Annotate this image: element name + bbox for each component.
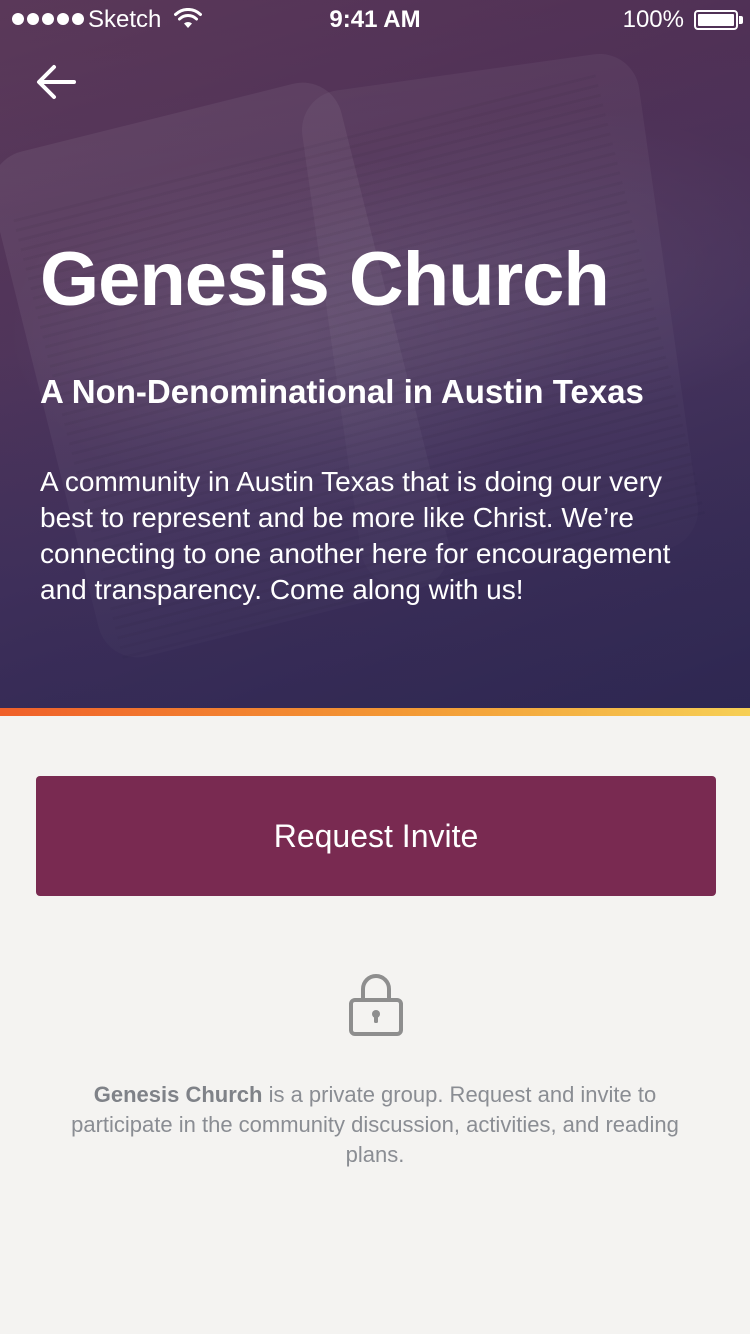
group-description: A community in Austin Texas that is doin… [40, 466, 671, 605]
battery-icon [694, 10, 738, 30]
back-button[interactable] [30, 56, 82, 108]
page-subtitle: A Non-Denominational in Austin Texas [40, 373, 644, 410]
arrow-left-icon [37, 65, 76, 99]
accent-gradient-bar [0, 708, 750, 716]
group-name: Genesis Church [93, 1082, 263, 1107]
private-group-note: Genesis Church is a private group. Reque… [70, 1080, 680, 1170]
request-invite-button[interactable]: Request Invite [36, 776, 716, 896]
battery-nub [739, 16, 743, 24]
status-bar: Sketch 9:41 AM 100% [0, 0, 750, 40]
battery-level-fill [698, 14, 734, 26]
battery-percentage: 100% [622, 6, 684, 33]
page-title: Genesis Church [40, 237, 610, 322]
lock-icon [349, 974, 403, 1036]
